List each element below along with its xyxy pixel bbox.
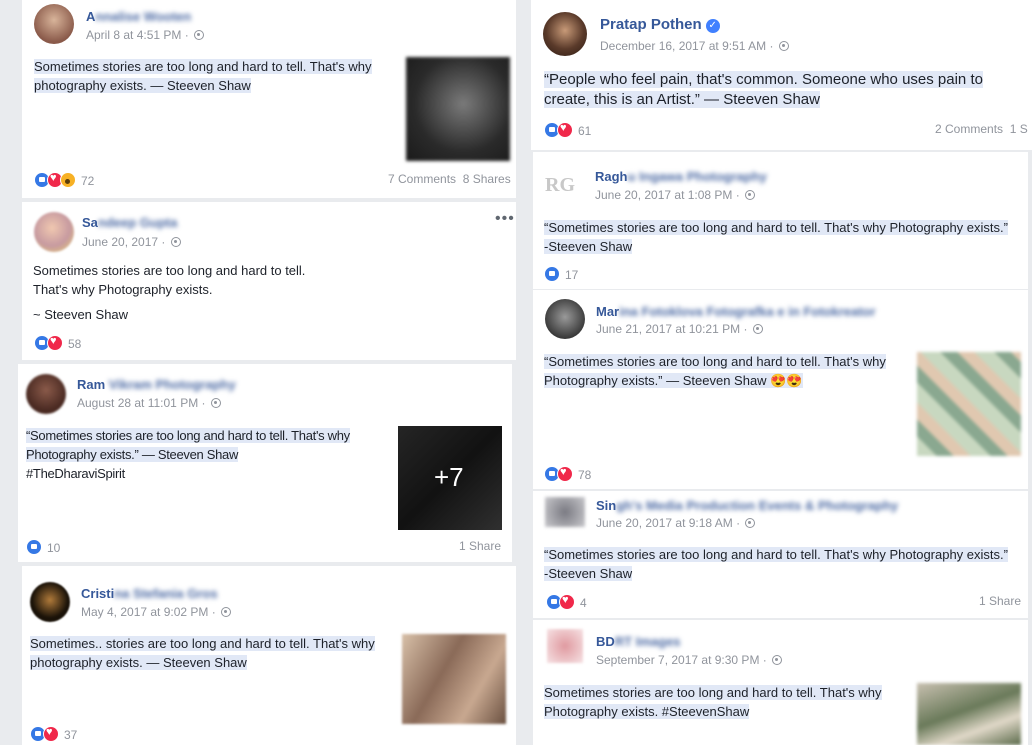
reaction-summary[interactable]: 58 <box>34 335 81 351</box>
author-name-blurred: gh's Media Production Events & Photograp… <box>616 498 899 513</box>
avatar[interactable] <box>26 374 66 414</box>
avatar[interactable] <box>545 497 585 527</box>
post-text-line: That's why Photography exists. <box>33 282 213 297</box>
author-name-blurred: Vikram Photography <box>105 377 236 392</box>
post-text: Sometimes stories are too long and hard … <box>544 685 882 719</box>
wow-icon <box>60 172 76 188</box>
post-card: BDRT Images September 7, 2017 at 9:30 PM… <box>533 620 1028 745</box>
post-text-line: ~ Steeven Shaw <box>33 307 129 322</box>
love-icon <box>557 122 573 138</box>
globe-icon <box>772 655 783 665</box>
post-text: “Sometimes stories are too long and hard… <box>544 220 1008 254</box>
shares-count[interactable]: 1 S <box>1010 122 1028 136</box>
post-card: Ram Vikram Photography August 28 at 11:0… <box>18 364 512 562</box>
globe-icon <box>745 190 756 200</box>
avatar[interactable] <box>34 4 74 44</box>
author-name-blurred: u Ingawa Photography <box>627 169 767 184</box>
author-name[interactable]: A <box>86 9 95 24</box>
post-text: Sometimes.. stories are too long and har… <box>30 636 375 670</box>
comments-count[interactable]: 7 Comments <box>388 172 456 186</box>
like-icon <box>26 539 42 555</box>
globe-icon <box>210 398 221 408</box>
comments-count[interactable]: 2 Comments <box>935 122 1003 136</box>
post-timestamp[interactable]: September 7, 2017 at 9:30 PM <box>596 653 759 667</box>
post-card: Sandeep Gupta June 20, 2017 · ••• Someti… <box>22 202 516 360</box>
post-text: “Sometimes stories are too long and hard… <box>544 354 886 388</box>
reaction-summary[interactable]: 72 <box>34 172 94 188</box>
post-timestamp[interactable]: August 28 at 11:01 PM <box>77 396 198 410</box>
author-name[interactable]: Sa <box>82 215 98 230</box>
shares-count[interactable]: 1 Share <box>459 539 501 553</box>
reaction-summary[interactable]: 61 <box>544 122 591 138</box>
post-card: Annalise Wooten April 8 at 4:51 PM · Som… <box>22 0 516 198</box>
avatar[interactable] <box>34 212 74 252</box>
post-card: Singh's Media Production Events & Photog… <box>533 491 1028 618</box>
post-timestamp[interactable]: April 8 at 4:51 PM <box>86 28 181 42</box>
author-name[interactable]: Pratap Pothen <box>600 16 702 33</box>
like-icon <box>544 266 560 282</box>
avatar[interactable]: RG <box>543 166 583 206</box>
post-photo[interactable] <box>402 634 506 724</box>
globe-icon <box>745 518 756 528</box>
shares-count[interactable]: 8 Shares <box>463 172 511 186</box>
post-photo[interactable] <box>917 352 1021 456</box>
avatar[interactable] <box>543 12 587 56</box>
author-name-blurred: RT Images <box>614 634 681 649</box>
reaction-summary[interactable]: 37 <box>30 726 77 742</box>
post-timestamp[interactable]: June 20, 2017 at 1:08 PM <box>595 188 732 202</box>
avatar[interactable] <box>545 299 585 339</box>
author-name-blurred: na Stefania Gros <box>114 586 218 601</box>
post-photo[interactable] <box>406 57 510 161</box>
author-name-blurred: nnalise Wooten <box>95 9 192 24</box>
post-timestamp[interactable]: June 20, 2017 at 9:18 AM <box>596 516 733 530</box>
more-options-icon[interactable]: ••• <box>495 210 515 228</box>
author-name[interactable]: Cristi <box>81 586 114 601</box>
post-text: “People who feel pain, that's common. So… <box>544 71 983 108</box>
post-timestamp[interactable]: June 21, 2017 at 10:21 PM <box>596 322 740 336</box>
author-name-blurred: ndeep Gupta <box>97 215 178 230</box>
reaction-summary[interactable]: 4 <box>546 594 587 610</box>
reaction-summary[interactable]: 10 <box>26 539 60 555</box>
verified-badge-icon: ✓ <box>705 19 720 33</box>
avatar[interactable] <box>30 582 70 622</box>
globe-icon <box>170 237 181 247</box>
reaction-summary[interactable]: 78 <box>544 466 591 482</box>
globe-icon <box>778 41 789 51</box>
love-icon <box>47 335 63 351</box>
author-name[interactable]: Ram <box>77 377 105 392</box>
shares-count[interactable]: 1 Share <box>979 594 1021 608</box>
avatar[interactable] <box>547 629 583 663</box>
globe-icon <box>752 324 763 334</box>
hashtag[interactable]: #TheDharaviSpirit <box>26 464 386 483</box>
post-card: RG Raghu Ingawa Photography June 20, 201… <box>533 152 1028 289</box>
love-icon <box>557 466 573 482</box>
post-text: Sometimes stories are too long and hard … <box>34 59 372 93</box>
post-text: “Sometimes stories are too long and hard… <box>26 428 350 462</box>
post-photo[interactable] <box>917 683 1021 745</box>
author-name[interactable]: Sin <box>596 498 616 513</box>
globe-icon <box>194 30 205 40</box>
post-photo[interactable]: +7 <box>398 426 502 530</box>
author-name[interactable]: Mar <box>596 304 619 319</box>
post-timestamp[interactable]: June 20, 2017 <box>82 235 158 249</box>
author-name-blurred: ina Fotoklova Fotografka e in Fotokreato… <box>619 304 876 319</box>
love-icon <box>559 594 575 610</box>
post-timestamp[interactable]: December 16, 2017 at 9:51 AM <box>600 39 766 53</box>
globe-icon <box>221 607 232 617</box>
author-name[interactable]: BD <box>596 634 615 649</box>
post-text: “Sometimes stories are too long and hard… <box>544 547 1008 581</box>
love-icon <box>43 726 59 742</box>
post-card: Cristina Stefania Gros May 4, 2017 at 9:… <box>22 566 516 745</box>
post-text-line: Sometimes stories are too long and hard … <box>33 263 306 278</box>
more-photos-count[interactable]: +7 <box>434 462 464 493</box>
author-name[interactable]: Ragh <box>595 169 628 184</box>
reaction-summary[interactable]: 17 <box>544 266 578 282</box>
post-timestamp[interactable]: May 4, 2017 at 9:02 PM <box>81 605 208 619</box>
post-card: Marina Fotoklova Fotografka e in Fotokre… <box>533 290 1028 489</box>
post-card: Pratap Pothen ✓ December 16, 2017 at 9:51… <box>531 0 1032 150</box>
